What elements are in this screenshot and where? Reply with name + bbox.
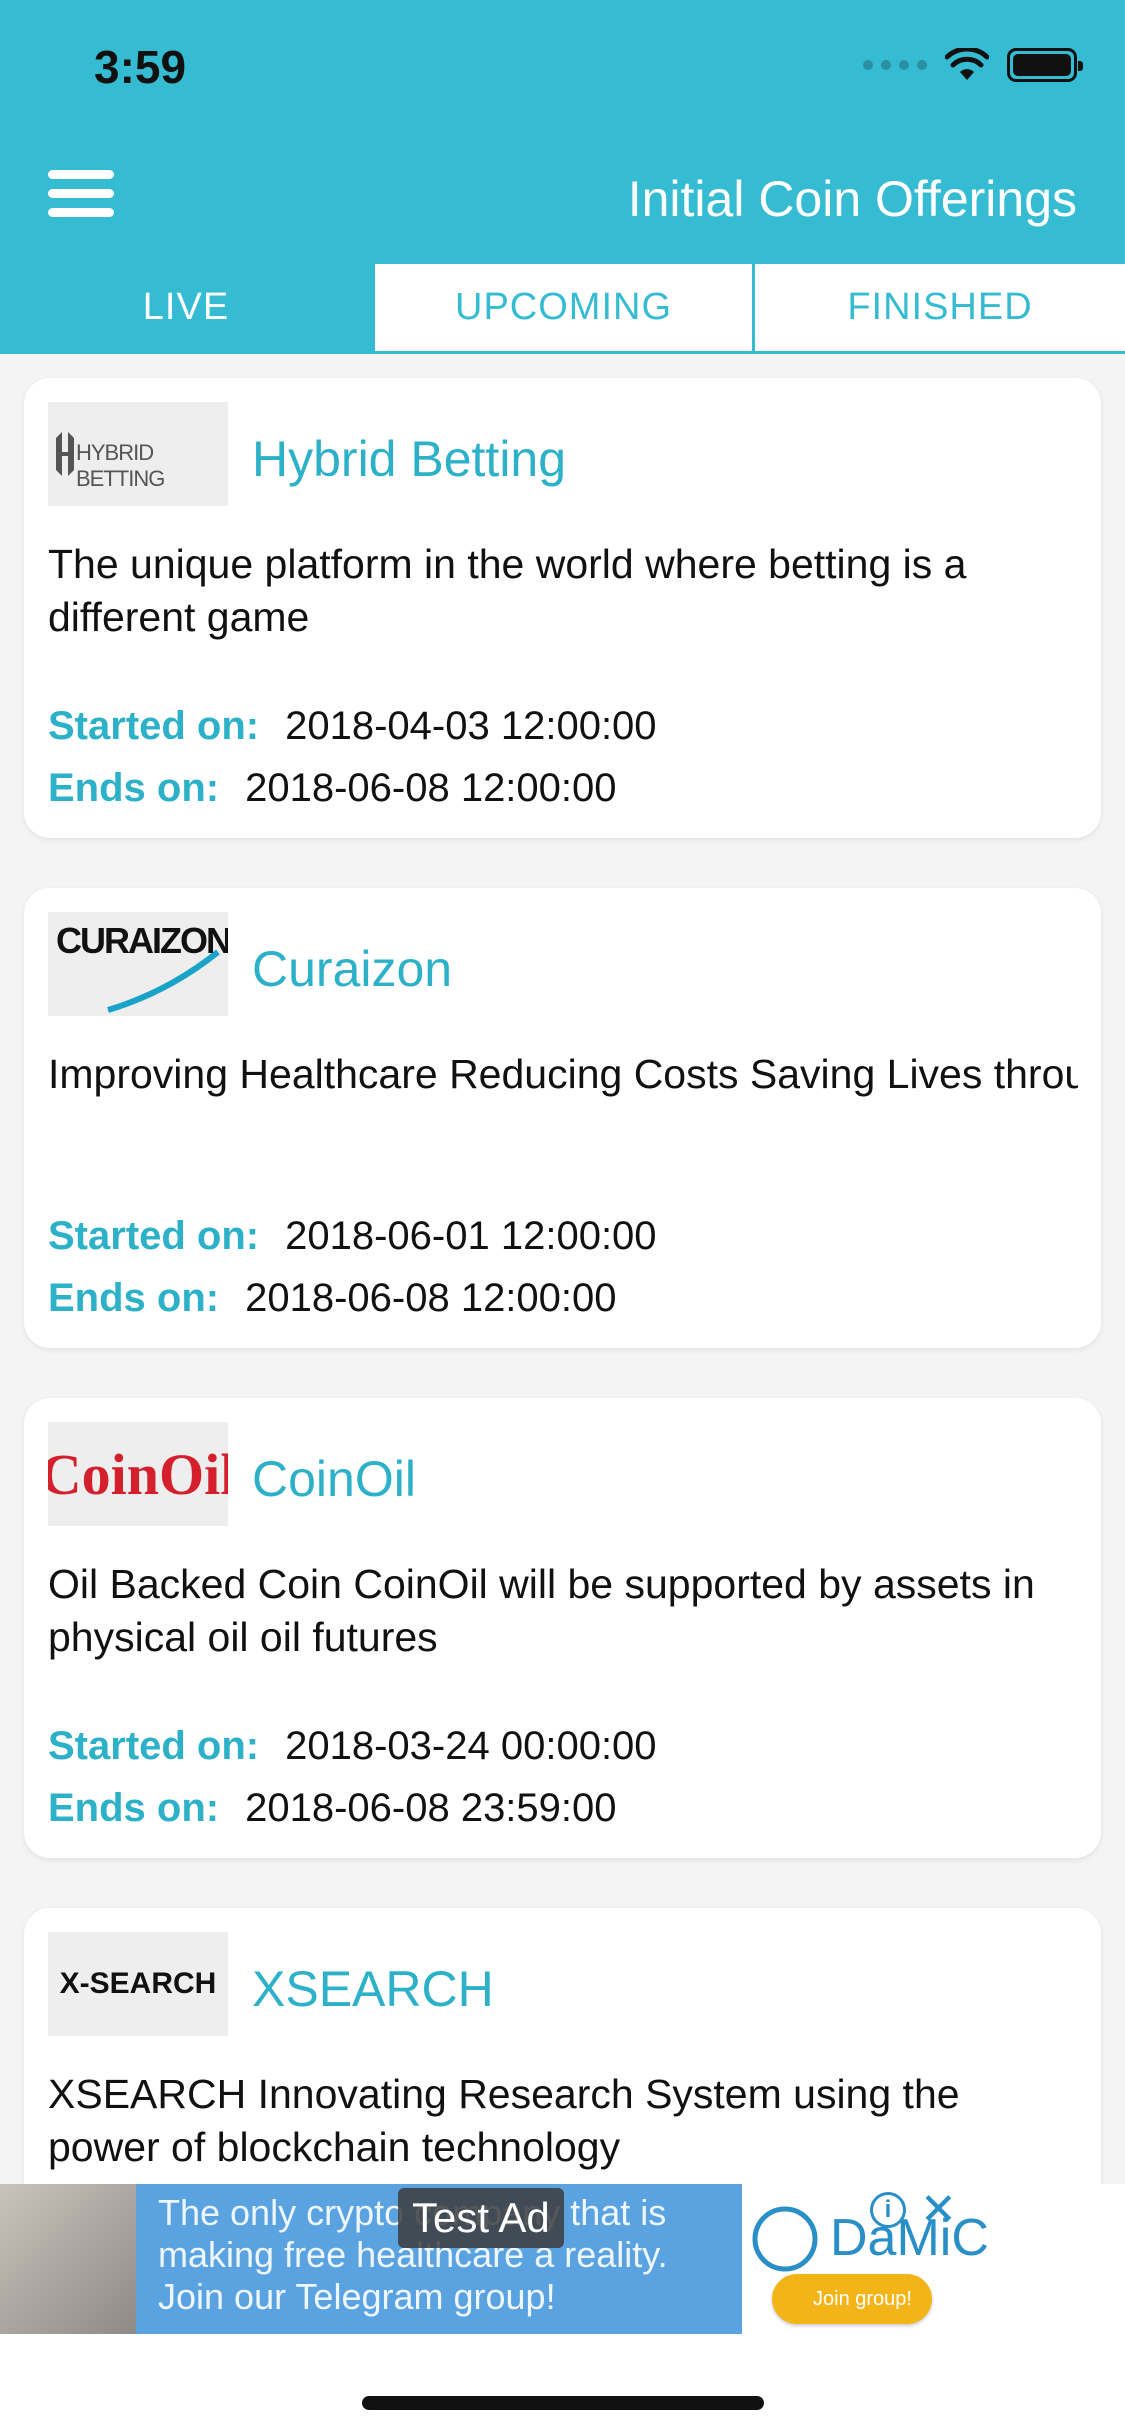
ico-description: XSEARCH Innovating Research System using… — [48, 2071, 960, 2170]
ends-label: Ends on: — [48, 766, 220, 810]
ico-name: Hybrid Betting — [252, 431, 567, 487]
status-time: 3:59 — [94, 41, 187, 93]
ico-end-row: Ends on: 2018-06-08 12:00:00 — [48, 766, 617, 811]
ico-logo-text: HYBRID BETTING — [76, 440, 165, 491]
join-group-button[interactable]: Join group! — [772, 2274, 932, 2324]
tab-finished[interactable]: FINISHED — [752, 264, 1125, 351]
bottom-safe-area — [0, 2334, 1125, 2436]
start-date: 2018-03-24 00:00:00 — [285, 1724, 657, 1768]
info-icon[interactable]: i — [870, 2192, 906, 2228]
ico-description: The unique platform in the world where b… — [48, 541, 967, 640]
ico-end-row: Ends on: 2018-06-08 23:59:00 — [48, 1786, 617, 1831]
close-icon[interactable]: ✕ — [920, 2184, 957, 2235]
ico-name: CoinOil — [252, 1451, 416, 1507]
started-label: Started on: — [48, 1724, 260, 1768]
ico-logo: X-SEARCH — [48, 1932, 228, 2036]
damic-logo-icon — [752, 2206, 818, 2272]
segment-tabs: LIVE UPCOMING FINISHED — [0, 264, 1125, 354]
end-date: 2018-06-08 23:59:00 — [245, 1786, 617, 1830]
started-label: Started on: — [48, 704, 260, 748]
started-label: Started on: — [48, 1214, 260, 1258]
ico-description: Improving Healthcare Reducing Costs Savi… — [48, 1048, 1078, 1101]
ico-name: Curaizon — [252, 941, 453, 997]
ad-photo — [0, 2184, 136, 2334]
ico-logo: CURAIZON — [48, 912, 228, 1016]
ico-logo-text: X-SEARCH — [59, 1967, 217, 2000]
end-date: 2018-06-08 12:00:00 — [245, 1276, 617, 1320]
ico-logo: CoinOil — [48, 1422, 228, 1526]
start-date: 2018-06-01 12:00:00 — [285, 1214, 657, 1258]
wifi-icon — [945, 48, 989, 80]
signal-icon — [863, 60, 927, 70]
ad-banner[interactable]: The only crypto company that is making f… — [0, 2184, 1125, 2334]
ico-logo-text: CURAIZON — [56, 920, 228, 961]
ico-description: Oil Backed Coin CoinOil will be supporte… — [48, 1561, 1035, 1660]
ico-start-row: Started on: 2018-04-03 12:00:00 — [48, 704, 657, 749]
tab-live[interactable]: LIVE — [0, 264, 372, 351]
ico-description-text: Improving Healthcare Reducing Costs Savi… — [48, 1051, 1078, 1097]
ico-card-xsearch[interactable]: X-SEARCH XSEARCH XSEARCH Innovating Rese… — [24, 1908, 1101, 2184]
ico-card-curaizon[interactable]: CURAIZON Curaizon Improving Healthcare R… — [24, 888, 1101, 1348]
ico-start-row: Started on: 2018-06-01 12:00:00 — [48, 1214, 657, 1259]
ico-start-row: Started on: 2018-03-24 00:00:00 — [48, 1724, 657, 1769]
ico-list: HYBRID BETTING Hybrid Betting The unique… — [0, 354, 1125, 2184]
ico-logo: HYBRID BETTING — [48, 402, 228, 506]
ends-label: Ends on: — [48, 1786, 220, 1830]
ico-card-coinoil[interactable]: CoinOil CoinOil Oil Backed Coin CoinOil … — [24, 1398, 1101, 1858]
ico-end-row: Ends on: 2018-06-08 12:00:00 — [48, 1276, 617, 1321]
tab-upcoming[interactable]: UPCOMING — [372, 264, 752, 351]
ico-card-hybrid-betting[interactable]: HYBRID BETTING Hybrid Betting The unique… — [24, 378, 1101, 838]
status-icons — [863, 48, 1083, 82]
ends-label: Ends on: — [48, 1276, 220, 1320]
app-header: 3:59 Initial Coin Offerings — [0, 0, 1125, 264]
ad-image[interactable]: The only crypto company that is making f… — [0, 2184, 742, 2334]
home-indicator[interactable] — [362, 2396, 764, 2410]
battery-icon — [1007, 48, 1083, 82]
hamburger-menu-icon[interactable] — [48, 170, 114, 224]
end-date: 2018-06-08 12:00:00 — [245, 766, 617, 810]
ad-brand-text: DaMiC — [830, 2209, 989, 2267]
ico-logo-text: CoinOil — [48, 1441, 228, 1507]
ico-name: XSEARCH — [252, 1961, 494, 2017]
page-title: Initial Coin Offerings — [627, 171, 1077, 227]
start-date: 2018-04-03 12:00:00 — [285, 704, 657, 748]
test-ad-label: Test Ad — [398, 2188, 564, 2248]
